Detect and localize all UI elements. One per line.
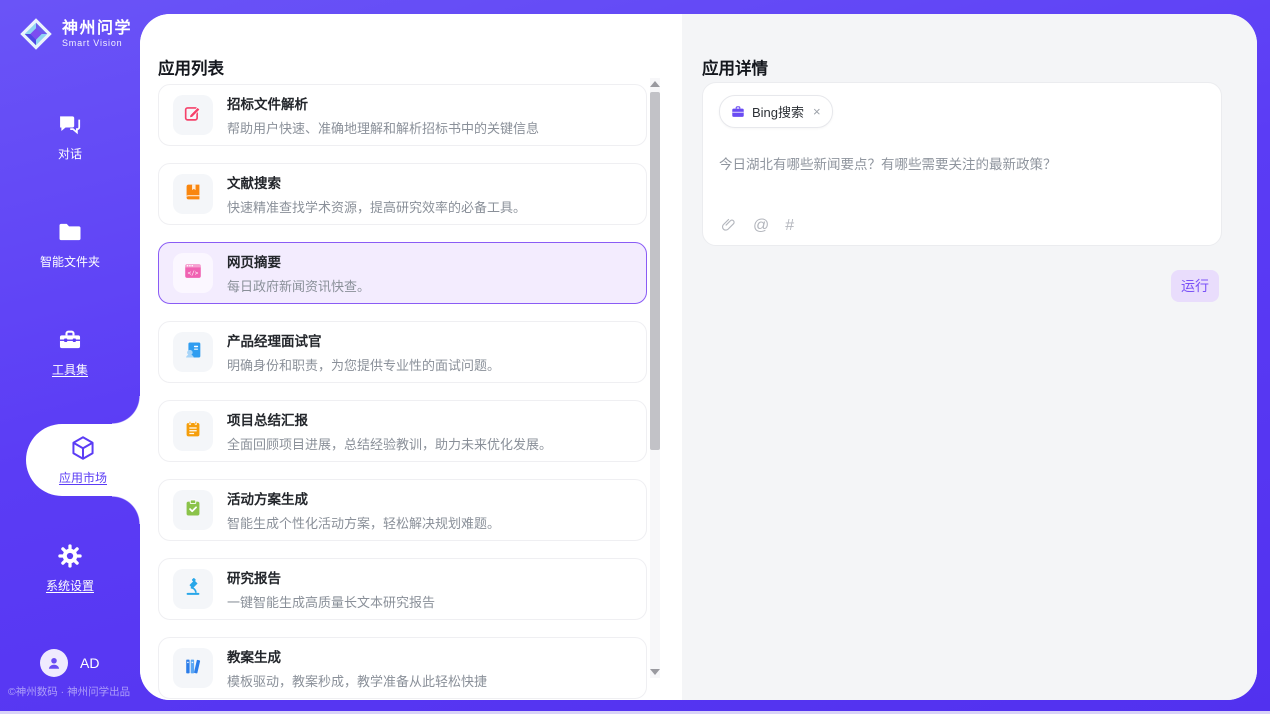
app-card-text: 招标文件解析帮助用户快速、准确地理解和解析招标书中的关键信息 xyxy=(227,93,539,137)
sidebar-item-label: 系统设置 xyxy=(46,577,94,594)
app-description: 智能生成个性化活动方案，轻松解决规划难题。 xyxy=(227,513,500,532)
app-description: 全面回顾项目进展，总结经验教训，助力未来优化发展。 xyxy=(227,434,552,453)
app-icon-tile xyxy=(173,411,213,451)
brand-diamond-icon xyxy=(18,16,54,52)
app-name: 研究报告 xyxy=(227,567,435,587)
scrollbar-thumb[interactable] xyxy=(650,92,660,450)
app-card-bid-analysis[interactable]: 招标文件解析帮助用户快速、准确地理解和解析招标书中的关键信息 xyxy=(158,84,647,146)
folder-icon xyxy=(56,218,84,246)
app-card-text: 研究报告一键智能生成高质量长文本研究报告 xyxy=(227,567,435,611)
tool-tag-bing-search[interactable]: Bing搜索 × xyxy=(719,95,833,128)
app-icon-tile xyxy=(173,95,213,135)
app-description: 快速精准查找学术资源，提高研究效率的必备工具。 xyxy=(227,197,526,216)
app-list-panel: 应用列表 招标文件解析帮助用户快速、准确地理解和解析招标书中的关键信息文献搜索快… xyxy=(140,14,682,700)
sidebar-item-settings[interactable]: 系统设置 xyxy=(0,532,140,604)
app-description: 一键智能生成高质量长文本研究报告 xyxy=(227,592,435,611)
hash-icon[interactable]: # xyxy=(785,218,794,234)
scroll-up-icon[interactable] xyxy=(650,81,660,87)
tool-tag-label: Bing搜索 xyxy=(752,102,804,121)
user-chip[interactable]: AD xyxy=(40,649,99,677)
app-name: 活动方案生成 xyxy=(227,488,500,508)
scrollbar[interactable] xyxy=(650,78,660,678)
query-card[interactable]: Bing搜索 × 今日湖北有哪些新闻要点？有哪些需要关注的最新政策？ @ # xyxy=(702,82,1222,246)
sidebar-item-label: 应用市场 xyxy=(59,469,107,486)
scroll-down-icon[interactable] xyxy=(650,669,660,675)
query-text[interactable]: 今日湖北有哪些新闻要点？有哪些需要关注的最新政策？ xyxy=(719,155,1205,175)
brand-text: 神州问学 Smart Vision xyxy=(62,20,132,48)
brand-logo: 神州问学 Smart Vision xyxy=(18,16,132,52)
clipboard-check-icon xyxy=(182,497,204,524)
paperclip-icon[interactable] xyxy=(720,217,737,234)
app-name: 网页摘要 xyxy=(227,251,370,271)
app-description: 帮助用户快速、准确地理解和解析招标书中的关键信息 xyxy=(227,118,539,137)
chat-icon xyxy=(56,110,84,138)
app-card-lesson-plan[interactable]: 教案生成模板驱动，教案秒成，教学准备从此轻松快捷 xyxy=(158,637,647,699)
sidebar-item-label: 对话 xyxy=(58,145,82,162)
app-icon-tile xyxy=(173,569,213,609)
sidebar-item-toolset[interactable]: 工具集 xyxy=(0,316,140,388)
app-description: 模板驱动，教案秒成，教学准备从此轻松快捷 xyxy=(227,671,487,690)
app-card-literature-search[interactable]: 文献搜索快速精准查找学术资源，提高研究效率的必备工具。 xyxy=(158,163,647,225)
app-card-text: 活动方案生成智能生成个性化活动方案，轻松解决规划难题。 xyxy=(227,488,500,532)
sidebar-item-label: 工具集 xyxy=(52,361,88,378)
at-sign-icon[interactable]: @ xyxy=(753,218,769,234)
brand-name: 神州问学 xyxy=(62,20,132,38)
edit-document-icon xyxy=(182,102,204,129)
app-card-text: 教案生成模板驱动，教案秒成，教学准备从此轻松快捷 xyxy=(227,646,487,690)
sidebar-nav: 对话智能文件夹工具集应用市场系统设置 xyxy=(0,100,140,640)
app-icon-tile xyxy=(173,648,213,688)
app-icon-tile xyxy=(173,174,213,214)
app-list: 招标文件解析帮助用户快速、准确地理解和解析招标书中的关键信息文献搜索快速精准查找… xyxy=(158,84,647,700)
app-card-text: 产品经理面试官明确身份和职责，为您提供专业性的面试问题。 xyxy=(227,330,500,374)
app-card-event-plan[interactable]: 活动方案生成智能生成个性化活动方案，轻松解决规划难题。 xyxy=(158,479,647,541)
app-name: 文献搜索 xyxy=(227,172,526,192)
briefcase-icon xyxy=(730,104,746,120)
remove-tag-icon[interactable]: × xyxy=(813,104,821,119)
attachment-toolbar: @ # xyxy=(720,217,794,234)
app-window: 神州问学 Smart Vision 对话智能文件夹工具集应用市场系统设置 AD … xyxy=(0,0,1270,714)
app-card-web-summary[interactable]: </> 网页摘要每日政府新闻资讯快查。 xyxy=(158,242,647,304)
app-card-text: 项目总结汇报全面回顾项目进展，总结经验教训，助力未来优化发展。 xyxy=(227,409,552,453)
app-description: 明确身份和职责，为您提供专业性的面试问题。 xyxy=(227,355,500,374)
app-card-text: 网页摘要每日政府新闻资讯快查。 xyxy=(227,251,370,295)
book-icon xyxy=(182,181,204,208)
brand-subtitle: Smart Vision xyxy=(62,38,132,48)
resume-icon xyxy=(182,339,204,366)
app-card-pm-interviewer[interactable]: 产品经理面试官明确身份和职责，为您提供专业性的面试问题。 xyxy=(158,321,647,383)
svg-text:</>: </> xyxy=(188,269,199,276)
books-icon xyxy=(182,655,204,682)
cube-icon xyxy=(69,434,97,462)
app-list-title: 应用列表 xyxy=(158,55,224,79)
app-detail-title: 应用详情 xyxy=(702,55,768,79)
app-name: 招标文件解析 xyxy=(227,93,539,113)
app-icon-tile xyxy=(173,490,213,530)
copyright-text: ©神州数码 · 神州问学出品 xyxy=(8,684,130,699)
toolbox-icon xyxy=(56,326,84,354)
microscope-icon xyxy=(182,576,204,603)
user-initials: AD xyxy=(80,655,99,671)
sidebar-item-label: 智能文件夹 xyxy=(40,253,100,270)
run-button[interactable]: 运行 xyxy=(1171,270,1219,302)
app-detail-panel: 应用详情 Bing搜索 × 今日湖北有哪些新闻要点？有哪些需要关注的最新政策？ xyxy=(682,14,1257,700)
app-icon-tile xyxy=(173,332,213,372)
app-card-research-report[interactable]: 研究报告一键智能生成高质量长文本研究报告 xyxy=(158,558,647,620)
sidebar-item-chat[interactable]: 对话 xyxy=(0,100,140,172)
app-card-text: 文献搜索快速精准查找学术资源，提高研究效率的必备工具。 xyxy=(227,172,526,216)
sidebar-item-smart-folder[interactable]: 智能文件夹 xyxy=(0,208,140,280)
app-icon-tile: </> xyxy=(173,253,213,293)
person-icon xyxy=(45,654,63,672)
sidebar-item-app-market[interactable]: 应用市场 xyxy=(26,424,140,496)
gear-icon xyxy=(56,542,84,570)
avatar xyxy=(40,649,68,677)
browser-code-icon: </> xyxy=(182,260,204,287)
main-panel: 应用列表 招标文件解析帮助用户快速、准确地理解和解析招标书中的关键信息文献搜索快… xyxy=(140,14,1257,700)
sidebar: 神州问学 Smart Vision 对话智能文件夹工具集应用市场系统设置 AD … xyxy=(0,0,140,714)
app-description: 每日政府新闻资讯快查。 xyxy=(227,276,370,295)
notepad-icon xyxy=(182,418,204,445)
app-card-project-summary[interactable]: 项目总结汇报全面回顾项目进展，总结经验教训，助力未来优化发展。 xyxy=(158,400,647,462)
app-name: 教案生成 xyxy=(227,646,487,666)
app-name: 项目总结汇报 xyxy=(227,409,552,429)
app-name: 产品经理面试官 xyxy=(227,330,500,350)
